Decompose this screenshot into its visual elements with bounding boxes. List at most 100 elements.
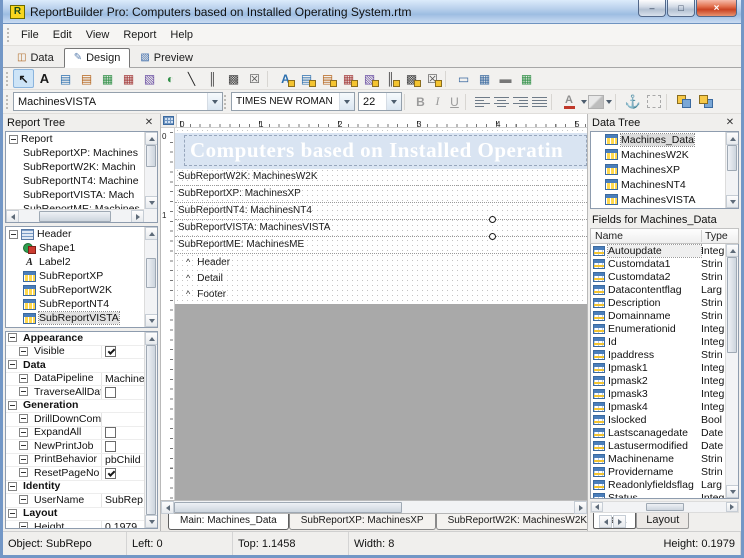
underline-button[interactable]: U [446,93,463,111]
property-row[interactable]: Appearance [6,332,157,346]
scroll-down-button[interactable] [726,485,739,498]
toolbar-item[interactable] [445,71,451,87]
collapse-icon[interactable] [19,414,28,423]
subreport-band[interactable]: SubReportW2K: MachinesW2K [175,169,587,186]
highlight-color-dropdown[interactable] [604,93,613,111]
collapse-icon[interactable] [19,441,28,450]
pipeline-node[interactable]: MachinesW2K [591,147,738,162]
property-row[interactable]: UserName SubRep [6,494,157,508]
band-divider[interactable]: ^ Footer [175,286,587,302]
scroll-up-button[interactable] [145,132,158,145]
property-row[interactable]: ExpandAll [6,427,157,441]
field-row[interactable]: Autoupdate Integ [591,244,725,257]
shape-tool-button[interactable]: ◐ [160,69,181,88]
align-center-button[interactable] [492,93,511,111]
scroll-right-button[interactable] [131,210,144,223]
report-object-node[interactable]: SubReportNT4 [6,297,157,311]
scroll-up-button[interactable] [145,332,158,345]
pipeline-node[interactable]: MachinesVISTA [591,192,738,207]
scroll-down-button[interactable] [145,515,158,528]
collapse-icon[interactable] [8,509,17,518]
collapse-icon[interactable] [8,401,17,410]
italic-button[interactable]: I [429,93,446,111]
tab-data[interactable]: ◫ Data [7,48,64,68]
property-row[interactable]: PrintBehavior pbChild [6,454,157,468]
bold-button[interactable]: B [412,93,429,111]
anchor-button[interactable]: ⚓ [623,93,643,111]
property-checkbox[interactable] [105,387,116,398]
field-row[interactable]: Machinename Strin [591,452,725,465]
report-object-node[interactable]: SubReportXP [6,269,157,283]
dbrichtext-tool-button[interactable]: ▤ [317,69,338,88]
field-row[interactable]: Datacontentflag Larg [591,283,725,296]
report-tree-node[interactable]: SubReportNT4: Machine [6,174,157,188]
previous-tab-button[interactable] [599,515,612,528]
menu-item[interactable]: Edit [46,26,79,44]
font-name-combo[interactable]: TIMES NEW ROMAN [231,92,355,111]
report-page-tab[interactable]: SubReportW2K: MachinesW2K [436,514,600,530]
collapse-icon[interactable] [19,455,28,464]
pagebreak-tool-button[interactable]: ▬ [495,69,516,88]
next-tab-button[interactable] [613,515,626,528]
send-to-back-button[interactable] [696,93,718,111]
close-button[interactable]: × [696,0,737,17]
barcode2d-tool-button[interactable]: ▩ [223,69,244,88]
collapse-icon[interactable] [19,347,28,356]
toolbar-item[interactable] [267,71,273,87]
scroll-up-button[interactable] [145,227,158,240]
field-row[interactable]: Ipmask3 Integ [591,387,725,400]
scroll-left-button[interactable] [6,210,19,223]
report-page[interactable]: Computers based on Installed Operatin Su… [175,128,587,500]
dbcheckbox-tool-button[interactable]: ☒ [422,69,443,88]
menu-item[interactable]: Report [116,26,163,44]
scroll-up-button[interactable] [726,244,739,257]
report-tree-node[interactable]: Report [6,132,157,146]
report-tree-node[interactable]: SubReportW2K: Machin [6,160,157,174]
pipeline-node[interactable]: MachinesNT4 [591,177,738,192]
dbcalc-tool-button[interactable]: ▦ [338,69,359,88]
barcode-tool-button[interactable]: ║ [202,69,223,88]
select-tool-button[interactable]: ↖ [13,69,34,88]
collapse-icon[interactable] [9,135,18,144]
dropdown-arrow-icon[interactable] [207,93,222,110]
report-object-node[interactable]: A Label2 [6,255,157,269]
collapse-icon[interactable] [19,428,28,437]
collapse-icon[interactable] [19,522,28,529]
report-page-tab[interactable]: SubReportXP: MachinesXP [289,514,436,530]
property-row[interactable]: Identity [6,481,157,495]
property-checkbox[interactable] [105,441,116,452]
highlight-color-button[interactable] [588,95,604,109]
collapse-icon[interactable] [19,387,28,396]
collapse-icon[interactable] [19,495,28,504]
image-tool-button[interactable]: ▧ [139,69,160,88]
property-row[interactable]: Data [6,359,157,373]
property-checkbox[interactable] [105,468,116,479]
field-row[interactable]: Ipmask1 Integ [591,361,725,374]
scrollbar-thumb[interactable] [146,345,156,515]
borders-button[interactable] [643,92,664,111]
report-tree-node[interactable]: SubReportVISTA: Mach [6,188,157,202]
dbimage-tool-button[interactable]: ▧ [359,69,380,88]
report-page-tab[interactable]: Main: Machines_Data [168,514,289,530]
calc-tool-button[interactable]: ▦ [118,69,139,88]
report-tree-node[interactable]: SubReportXP: Machines [6,146,157,160]
region-tool-button[interactable]: ▭ [453,69,474,88]
collapse-icon[interactable] [8,482,17,491]
menu-item[interactable]: View [79,26,117,44]
collapse-icon[interactable] [8,333,17,342]
scroll-right-button[interactable] [726,502,738,512]
field-row[interactable]: Id Integ [591,335,725,348]
report-title-label[interactable]: Computers based on Installed Operatin [184,135,587,166]
checkbox-tool-button[interactable]: ☒ [244,69,265,88]
field-row[interactable]: Ipmask2 Integ [591,374,725,387]
menu-item[interactable]: Help [163,26,200,44]
field-row[interactable]: Lastusermodified Date [591,439,725,452]
field-row[interactable]: Providername Strin [591,465,725,478]
bring-to-front-button[interactable] [674,93,696,111]
datapipeline-combo[interactable]: MachinesVISTA [13,92,223,111]
scroll-right-button[interactable] [574,501,587,514]
pipeline-node[interactable]: MachinesXP [591,162,738,177]
scrollbar-thumb[interactable] [146,258,156,288]
property-row[interactable]: ResetPageNo [6,467,157,481]
scrollbar-thumb[interactable] [646,503,684,511]
